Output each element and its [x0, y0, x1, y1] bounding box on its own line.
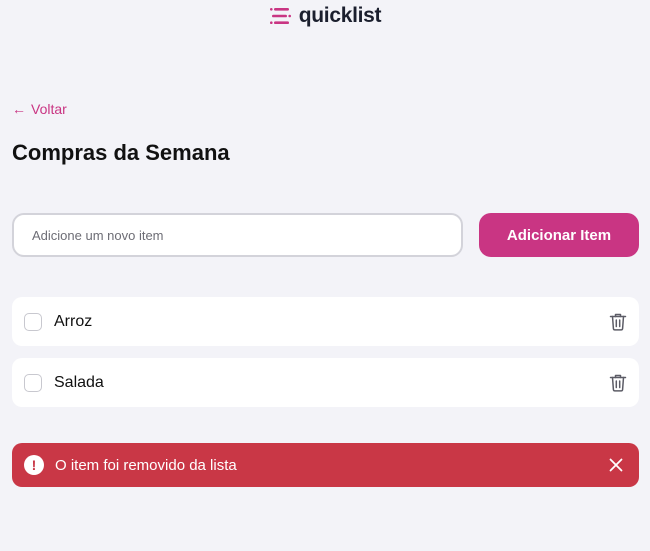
item-checkbox[interactable]	[24, 373, 42, 392]
arrow-left-icon: ←	[12, 101, 26, 117]
page: quicklist ← Voltar Compras da Semana Adi…	[0, 0, 650, 551]
list-icon	[269, 8, 291, 24]
trash-icon[interactable]	[609, 373, 627, 392]
item-label: Salada	[54, 373, 104, 391]
close-icon[interactable]	[607, 456, 625, 474]
back-label: Voltar	[31, 101, 67, 117]
trash-icon[interactable]	[609, 312, 627, 331]
item-checkbox[interactable]	[24, 312, 42, 331]
warning-icon: !	[24, 455, 44, 475]
add-item-button[interactable]: Adicionar Item	[479, 213, 639, 257]
logo-text: quicklist	[298, 4, 382, 27]
new-item-input[interactable]	[12, 213, 463, 257]
list-item: Salada	[12, 358, 639, 407]
list-item: Arroz	[12, 297, 639, 346]
logo: quicklist	[0, 4, 650, 28]
item-label: Arroz	[54, 312, 93, 330]
page-title: Compras da Semana	[12, 140, 230, 165]
back-link[interactable]: ← Voltar	[12, 101, 67, 117]
alert-message: O item foi removido da lista	[55, 456, 237, 474]
alert-banner: ! O item foi removido da lista	[12, 443, 639, 487]
